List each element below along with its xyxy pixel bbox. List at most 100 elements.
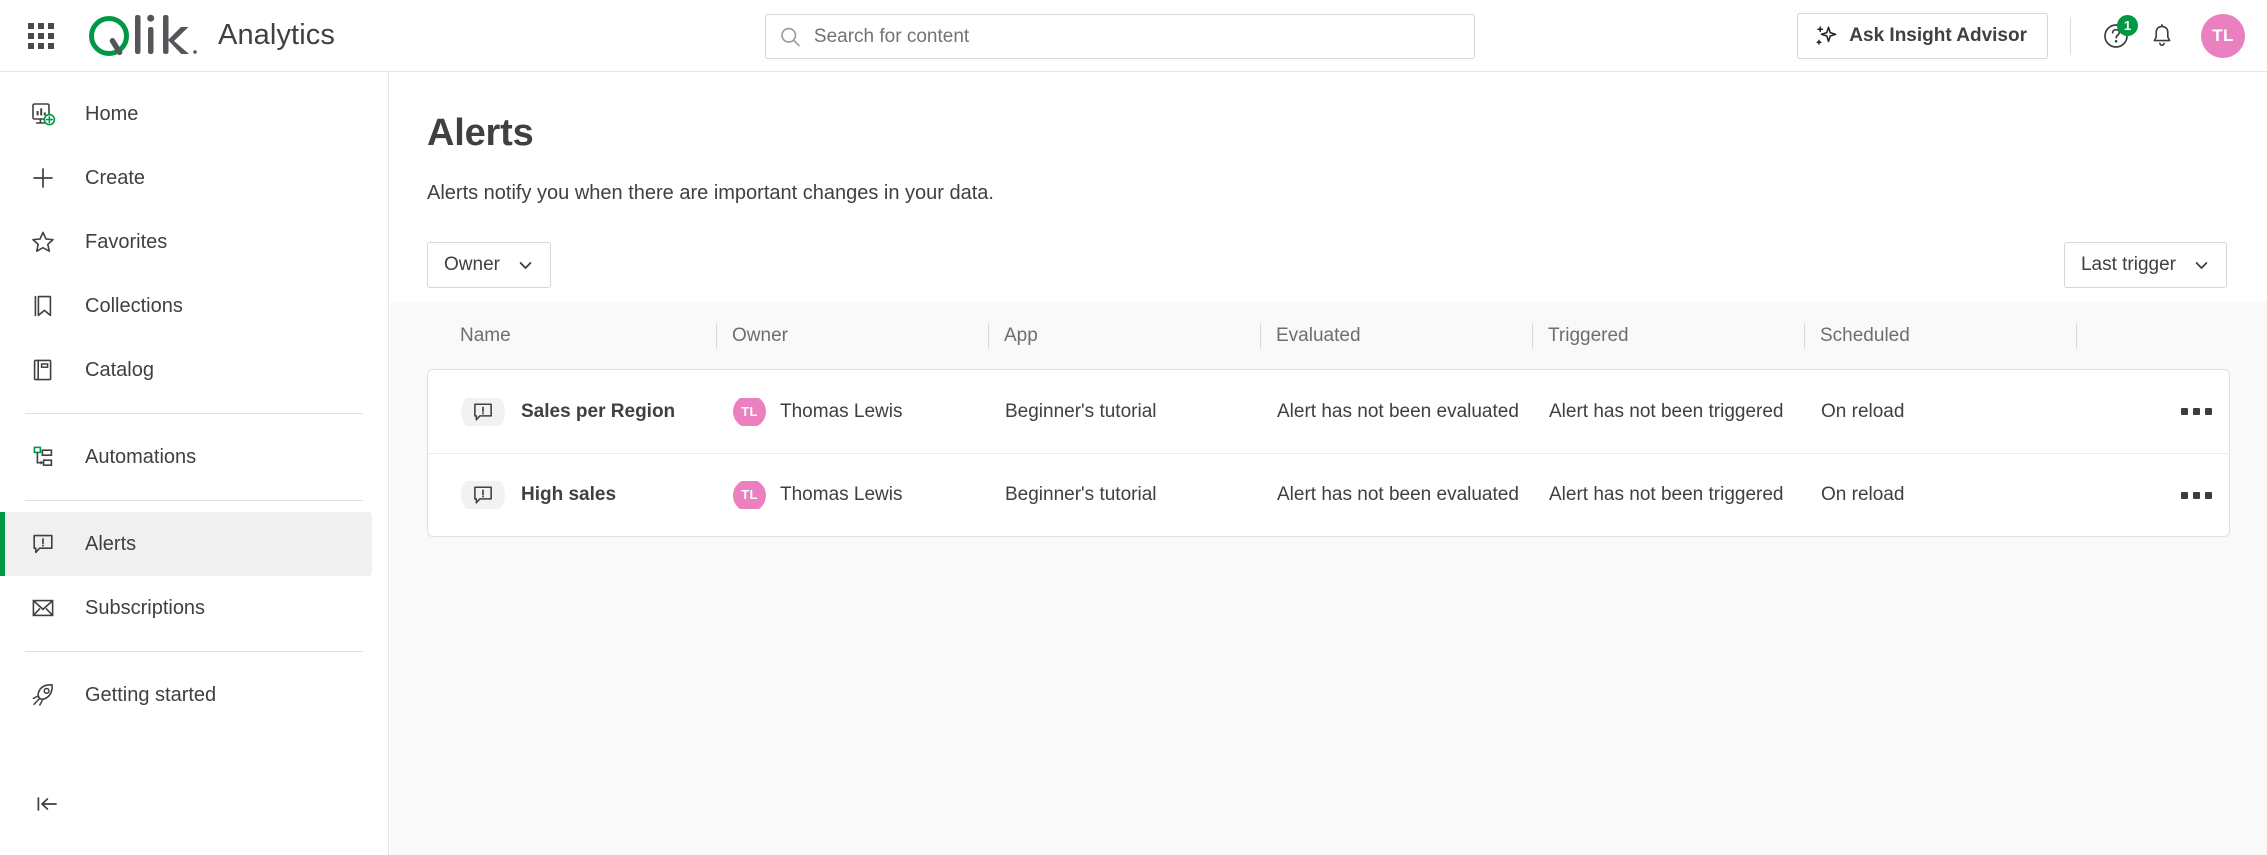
sidebar-item-collections[interactable]: Collections (0, 274, 372, 338)
search-input[interactable] (814, 26, 1460, 48)
help-button[interactable]: 1 (2093, 13, 2139, 59)
header-actions: Ask Insight Advisor 1 TL (1797, 0, 2245, 72)
notifications-button[interactable] (2139, 13, 2185, 59)
page-description: Alerts notify you when there are importa… (427, 182, 2227, 205)
cell-app: Beginner's tutorial (989, 398, 1261, 426)
alert-bubble-icon (28, 529, 58, 559)
table-row[interactable]: Sales per Region TL Thomas Lewis Beginne… (428, 370, 2229, 453)
cell-app: Beginner's tutorial (989, 481, 1261, 509)
sidebar-top-spacer (0, 72, 388, 82)
user-avatar[interactable]: TL (2201, 14, 2245, 58)
column-header-triggered[interactable]: Triggered (1532, 321, 1804, 351)
alert-name-link[interactable]: High sales (521, 481, 616, 509)
owner-name: Thomas Lewis (780, 481, 903, 509)
waffle-grid-icon (28, 23, 54, 49)
column-header-scheduled[interactable]: Scheduled (1804, 321, 2076, 351)
book-icon (28, 355, 58, 385)
page-title: Alerts (427, 112, 2227, 155)
column-header-app[interactable]: App (988, 321, 1260, 351)
cell-scheduled: On reload (1805, 398, 2077, 426)
cell-evaluated: Alert has not been evaluated (1261, 398, 1533, 426)
sidebar-item-catalog[interactable]: Catalog (0, 338, 372, 402)
cell-name: Sales per Region (445, 398, 717, 426)
alert-bubble-icon (461, 481, 505, 509)
rocket-icon (28, 680, 58, 710)
sidebar-item-subscriptions[interactable]: Subscriptions (0, 576, 372, 640)
alerts-table-card: Sales per Region TL Thomas Lewis Beginne… (427, 369, 2230, 537)
sparkle-icon (1814, 24, 1838, 48)
sidebar-item-create[interactable]: Create (0, 146, 372, 210)
left-sidebar: Home Create Favorites Collections (0, 72, 389, 855)
column-header-name[interactable]: Name (444, 321, 716, 351)
cell-evaluated: Alert has not been evaluated (1261, 481, 1533, 509)
envelope-icon (28, 593, 58, 623)
kebab-menu-icon[interactable] (2173, 398, 2212, 425)
search-container (765, 14, 1475, 59)
alert-name-link[interactable]: Sales per Region (521, 398, 675, 426)
search-icon (780, 26, 801, 48)
sidebar-item-label: Favorites (85, 231, 167, 254)
sidebar-item-label: Home (85, 103, 138, 126)
cell-owner: TL Thomas Lewis (717, 398, 989, 426)
sidebar-item-favorites[interactable]: Favorites (0, 210, 372, 274)
filter-bar: Owner Last trigger (427, 242, 2227, 288)
chevron-down-icon (517, 257, 534, 274)
avatar: TL (733, 481, 766, 509)
plus-icon (28, 163, 58, 193)
cell-triggered: Alert has not been triggered (1533, 481, 1805, 509)
qlik-logo-icon (84, 13, 202, 59)
brand-logo-link[interactable]: Analytics (84, 13, 335, 59)
automation-flow-icon (28, 442, 58, 472)
sidebar-item-home[interactable]: Home (0, 82, 372, 146)
cell-name: High sales (445, 481, 717, 509)
sidebar-divider-3 (25, 651, 363, 652)
sort-dropdown[interactable]: Last trigger (2064, 242, 2227, 288)
kebab-menu-icon[interactable] (2173, 482, 2212, 509)
search-box[interactable] (765, 14, 1475, 59)
help-badge-count: 1 (2117, 15, 2138, 36)
sidebar-item-getting-started[interactable]: Getting started (0, 663, 372, 727)
sidebar-item-label: Automations (85, 446, 196, 469)
owner-name: Thomas Lewis (780, 398, 903, 426)
app-switcher-button[interactable] (18, 13, 64, 59)
table-header-row: Name Owner App Evaluated Triggered Sched… (427, 302, 2230, 369)
owner-filter-label: Owner (444, 254, 500, 276)
table-row[interactable]: High sales TL Thomas Lewis Beginner's tu… (428, 453, 2229, 536)
sidebar-divider-1 (25, 413, 363, 414)
cell-actions (2077, 481, 2212, 509)
cell-actions (2077, 398, 2212, 426)
column-header-evaluated[interactable]: Evaluated (1260, 321, 1532, 351)
avatar: TL (733, 398, 766, 426)
sidebar-item-label: Collections (85, 295, 183, 318)
main-content: Alerts Alerts notify you when there are … (390, 72, 2267, 855)
sidebar-item-label: Alerts (85, 533, 136, 556)
top-header: Analytics Ask Insight Advisor (0, 0, 2267, 72)
column-header-actions (2076, 321, 2213, 351)
sidebar-collapse-button[interactable] (28, 785, 66, 823)
sidebar-item-label: Catalog (85, 359, 154, 382)
bell-icon (2148, 22, 2176, 50)
alert-bubble-icon (461, 398, 505, 426)
product-title: Analytics (218, 19, 335, 52)
sort-dropdown-label: Last trigger (2081, 254, 2176, 276)
column-header-owner[interactable]: Owner (716, 321, 988, 351)
cell-scheduled: On reload (1805, 481, 2077, 509)
sidebar-item-label: Subscriptions (85, 597, 205, 620)
ask-insight-advisor-label: Ask Insight Advisor (1849, 25, 2027, 47)
ask-insight-advisor-button[interactable]: Ask Insight Advisor (1797, 13, 2048, 59)
owner-filter-dropdown[interactable]: Owner (427, 242, 551, 288)
collapse-left-icon (33, 790, 61, 818)
home-dashboard-icon (28, 99, 58, 129)
sidebar-divider-2 (25, 500, 363, 501)
sidebar-item-automations[interactable]: Automations (0, 425, 372, 489)
bookmark-icon (28, 291, 58, 321)
sidebar-item-alerts[interactable]: Alerts (0, 512, 372, 576)
cell-triggered: Alert has not been triggered (1533, 398, 1805, 426)
sidebar-item-label: Getting started (85, 684, 216, 707)
page-header: Alerts Alerts notify you when there are … (390, 72, 2267, 302)
header-divider (2070, 17, 2071, 55)
cell-owner: TL Thomas Lewis (717, 481, 989, 509)
alerts-table: Name Owner App Evaluated Triggered Sched… (390, 302, 2267, 537)
sidebar-item-label: Create (85, 167, 145, 190)
chevron-down-icon (2193, 257, 2210, 274)
